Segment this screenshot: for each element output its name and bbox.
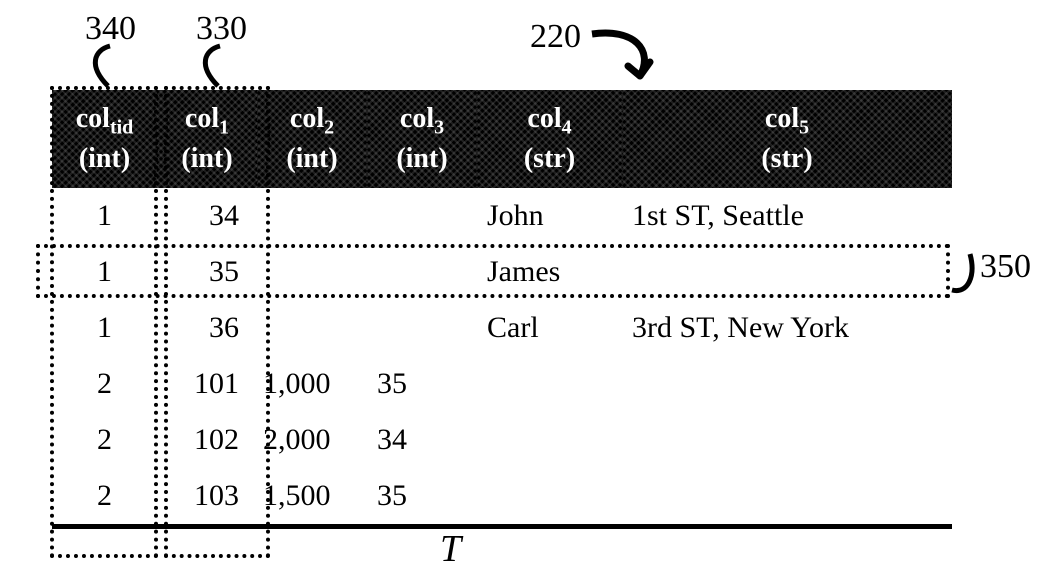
cell-tid: 2 xyxy=(52,412,157,468)
cell-col3: 34 xyxy=(367,412,477,468)
data-table: coltid (int) col1 (int) col2 (int) col3 … xyxy=(52,90,952,529)
cell-col3: 35 xyxy=(367,468,477,527)
cell-col4: John xyxy=(477,188,622,244)
col-header-sub: 4 xyxy=(562,117,572,139)
bracket-350-icon xyxy=(948,250,988,300)
cell-col1: 36 xyxy=(157,300,257,356)
cell-col1: 35 xyxy=(157,244,257,300)
annotation-330: 330 xyxy=(196,12,247,46)
cell-col3 xyxy=(367,300,477,356)
cell-col4 xyxy=(477,356,622,412)
table-caption: T xyxy=(440,530,461,568)
col-header-type: (str) xyxy=(761,143,812,174)
col-header-1: col1 (int) xyxy=(157,90,257,188)
table-row: 1 35 James xyxy=(52,244,952,300)
cell-col4: James xyxy=(477,244,622,300)
col-header-name: col xyxy=(290,103,324,134)
col-header-type: (int) xyxy=(181,143,232,174)
table-row: 2 101 1,000 35 xyxy=(52,356,952,412)
cell-tid: 2 xyxy=(52,356,157,412)
col-header-name: col xyxy=(76,103,110,134)
col-header-name: col xyxy=(185,103,219,134)
table-row: 1 36 Carl 3rd ST, New York xyxy=(52,300,952,356)
col-header-sub: 3 xyxy=(434,117,444,139)
annotation-220: 220 xyxy=(530,20,581,54)
cell-col2: 1,500 xyxy=(257,468,367,527)
table-row: 2 103 1,500 35 xyxy=(52,468,952,527)
col-header-sub: tid xyxy=(110,117,133,139)
cell-col2: 2,000 xyxy=(257,412,367,468)
cell-col5 xyxy=(622,356,952,412)
cell-col4 xyxy=(477,468,622,527)
col-header-name: col xyxy=(527,103,561,134)
cell-col1: 103 xyxy=(157,468,257,527)
cell-col3 xyxy=(367,244,477,300)
cell-col2 xyxy=(257,244,367,300)
cell-col5: 3rd ST, New York xyxy=(622,300,952,356)
arrow-220-icon xyxy=(588,22,678,92)
cell-col3: 35 xyxy=(367,356,477,412)
cell-col2 xyxy=(257,188,367,244)
bracket-330-icon xyxy=(200,46,250,90)
col-header-type: (int) xyxy=(79,143,130,174)
col-header-sub: 1 xyxy=(219,117,229,139)
cell-tid: 1 xyxy=(52,300,157,356)
cell-col1: 102 xyxy=(157,412,257,468)
col-header-4: col4 (str) xyxy=(477,90,622,188)
cell-col4: Carl xyxy=(477,300,622,356)
cell-col2 xyxy=(257,300,367,356)
cell-tid: 2 xyxy=(52,468,157,527)
cell-col1: 34 xyxy=(157,188,257,244)
table-row: 1 34 John 1st ST, Seattle xyxy=(52,188,952,244)
table-row: 2 102 2,000 34 xyxy=(52,412,952,468)
cell-col2: 1,000 xyxy=(257,356,367,412)
col-header-name: col xyxy=(400,103,434,134)
col-header-name: col xyxy=(765,103,799,134)
col-header-tid: coltid (int) xyxy=(52,90,157,188)
col-header-2: col2 (int) xyxy=(257,90,367,188)
cell-tid: 1 xyxy=(52,244,157,300)
cell-col5: 1st ST, Seattle xyxy=(622,188,952,244)
bracket-340-icon xyxy=(90,46,140,90)
col-header-3: col3 (int) xyxy=(367,90,477,188)
cell-col4 xyxy=(477,412,622,468)
col-header-sub: 2 xyxy=(324,117,334,139)
col-header-type: (int) xyxy=(396,143,447,174)
cell-col3 xyxy=(367,188,477,244)
cell-col5 xyxy=(622,244,952,300)
col-header-sub: 5 xyxy=(799,117,809,139)
cell-col5 xyxy=(622,468,952,527)
cell-tid: 1 xyxy=(52,188,157,244)
table-header-row: coltid (int) col1 (int) col2 (int) col3 … xyxy=(52,90,952,188)
cell-col5 xyxy=(622,412,952,468)
cell-col1: 101 xyxy=(157,356,257,412)
col-header-type: (str) xyxy=(524,143,575,174)
annotation-340: 340 xyxy=(85,12,136,46)
col-header-type: (int) xyxy=(286,143,337,174)
col-header-5: col5 (str) xyxy=(622,90,952,188)
table: coltid (int) col1 (int) col2 (int) col3 … xyxy=(52,90,952,529)
